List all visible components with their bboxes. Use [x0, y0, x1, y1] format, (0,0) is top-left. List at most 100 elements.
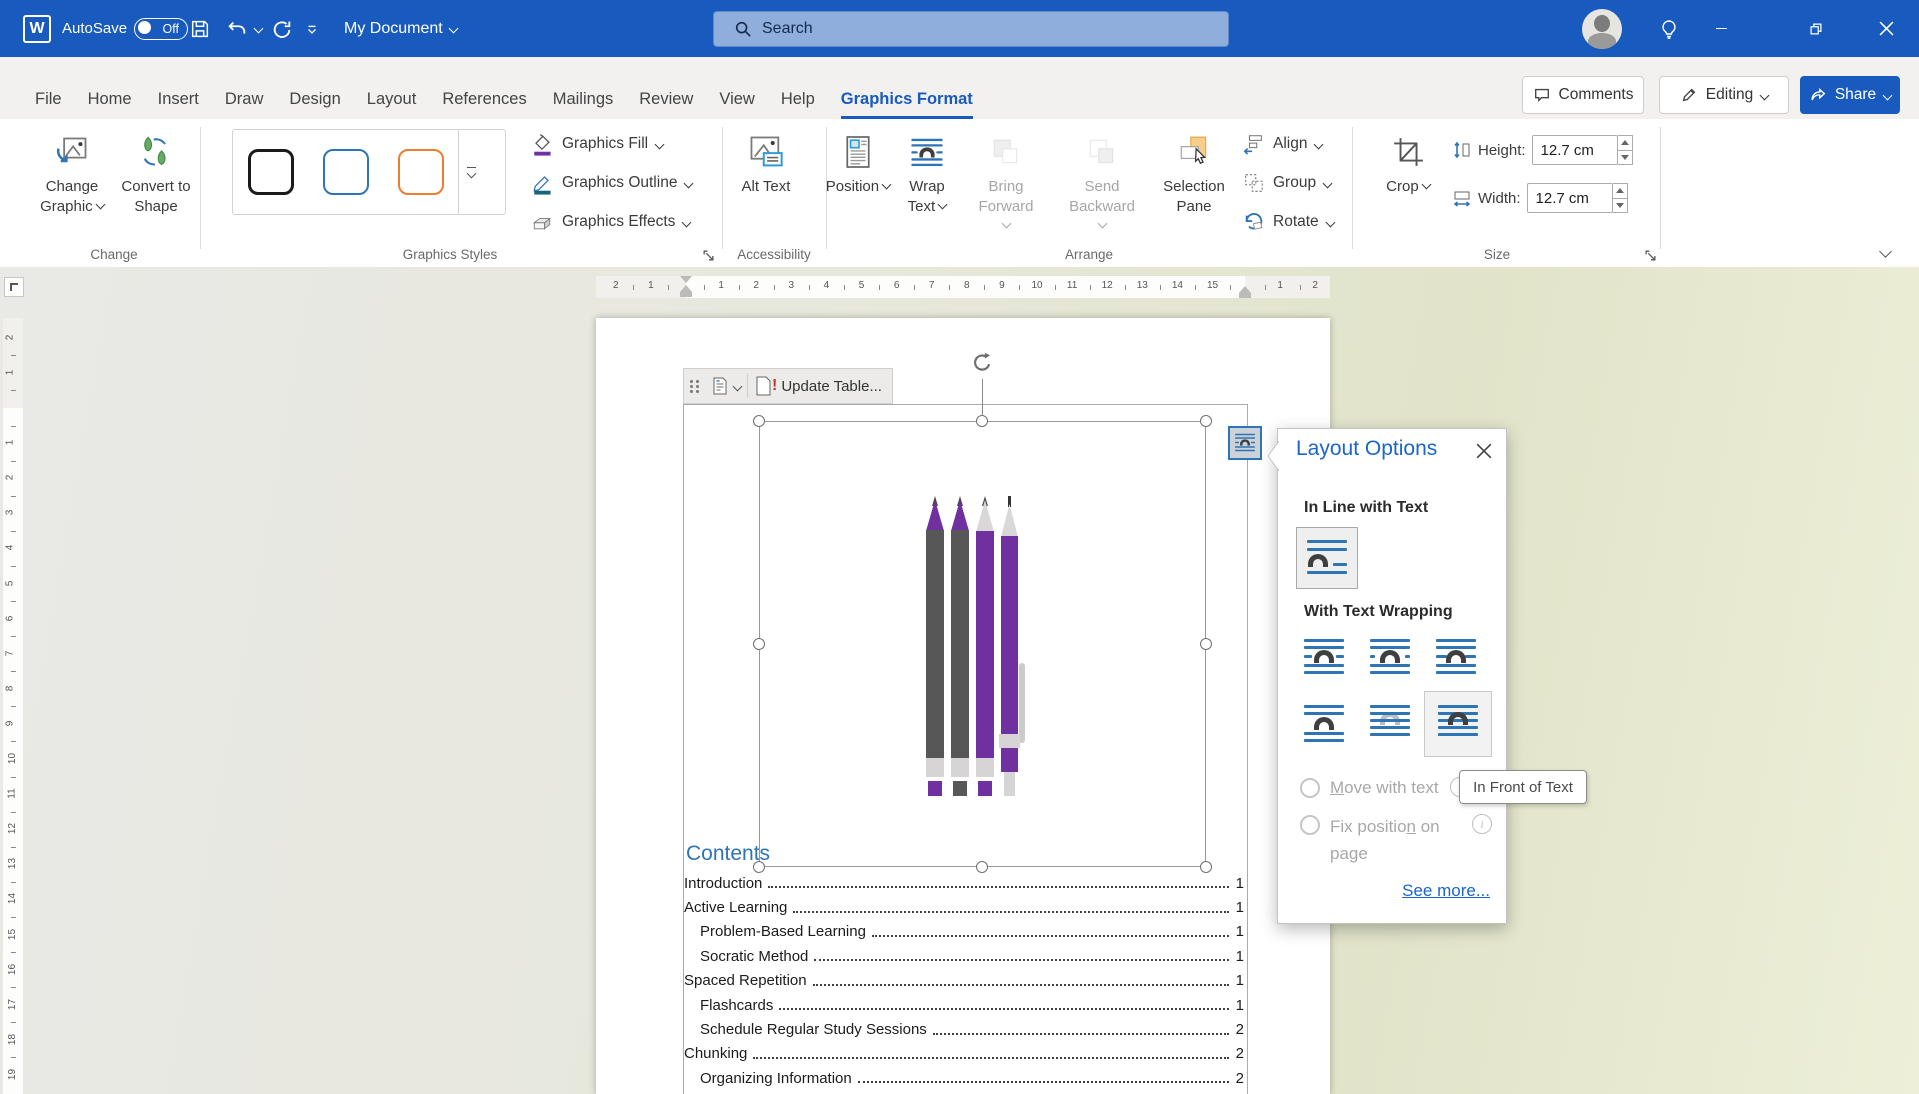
- document-title[interactable]: My Document: [344, 0, 457, 57]
- graphics-outline-button[interactable]: Graphics Outline: [530, 166, 692, 200]
- selection-pane-button[interactable]: Selection Pane: [1161, 125, 1227, 241]
- align-button[interactable]: Align: [1243, 127, 1322, 161]
- rotate-handle[interactable]: [969, 350, 995, 376]
- fix-position-info-icon[interactable]: i: [1472, 814, 1492, 834]
- word-logo-icon: W: [20, 0, 54, 57]
- group-label-size: Size: [1352, 247, 1642, 262]
- restore-button[interactable]: [1793, 0, 1839, 57]
- wrap-option-in-front-of-text[interactable]: [1424, 691, 1492, 757]
- undo-button[interactable]: [222, 0, 252, 57]
- wrap-option-top-bottom[interactable]: [1294, 697, 1354, 751]
- height-up-button[interactable]: [1618, 136, 1632, 150]
- resize-handle-top-center[interactable]: [976, 415, 988, 427]
- alt-text-icon: [747, 131, 785, 173]
- resize-handle-mid-right[interactable]: [1200, 638, 1212, 650]
- wrap-option-through[interactable]: [1426, 631, 1486, 685]
- group-button[interactable]: Group: [1243, 166, 1331, 200]
- close-button[interactable]: [1863, 0, 1909, 57]
- ribbon-tabs: FileHomeInsertDrawDesignLayoutReferences…: [22, 73, 986, 119]
- wrap-option-tight[interactable]: [1360, 631, 1420, 685]
- rotate-button[interactable]: Rotate: [1243, 205, 1334, 239]
- change-graphic-button[interactable]: Change Graphic: [34, 125, 110, 241]
- alt-text-button[interactable]: Alt Text: [734, 125, 798, 241]
- layout-options-launcher-button[interactable]: [1228, 426, 1262, 460]
- autosave-toggle[interactable]: Off: [134, 0, 188, 57]
- width-up-button[interactable]: [1613, 184, 1627, 198]
- redo-icon: [271, 18, 293, 40]
- resize-handle-bottom-right[interactable]: [1200, 861, 1212, 873]
- tab-design[interactable]: Design: [276, 90, 353, 119]
- crop-button[interactable]: Crop: [1375, 125, 1441, 241]
- effects-cube-icon: [530, 210, 554, 234]
- graphics-style-3[interactable]: [383, 130, 458, 214]
- graphics-fill-button[interactable]: Graphics Fill: [530, 127, 663, 161]
- height-down-button[interactable]: [1618, 150, 1632, 165]
- graphics-effects-button[interactable]: Graphics Effects: [530, 205, 690, 239]
- toc-menu-button[interactable]: [704, 369, 747, 403]
- width-down-button[interactable]: [1613, 198, 1627, 213]
- update-table-button[interactable]: ! Update Table...: [748, 369, 888, 403]
- tab-layout[interactable]: Layout: [354, 90, 430, 119]
- tab-mailings[interactable]: Mailings: [540, 90, 627, 119]
- autosave-state: Off: [163, 22, 179, 36]
- graphics-styles-dialog-launcher[interactable]: [702, 249, 718, 265]
- in-front-of-text-tooltip: In Front of Text: [1459, 770, 1587, 804]
- minimize-button[interactable]: [1698, 0, 1744, 57]
- customize-quick-access-button[interactable]: [300, 0, 324, 57]
- tab-insert[interactable]: Insert: [145, 90, 212, 119]
- width-input[interactable]: 12.7 cm: [1527, 183, 1613, 213]
- convert-to-shape-button[interactable]: Convert to Shape: [118, 125, 194, 241]
- tab-review[interactable]: Review: [626, 90, 706, 119]
- wrap-option-inline[interactable]: [1296, 527, 1358, 589]
- resize-handle-bottom-left[interactable]: [753, 861, 765, 873]
- gallery-more-button[interactable]: [458, 130, 484, 214]
- resize-handle-top-left[interactable]: [753, 415, 765, 427]
- tab-help[interactable]: Help: [768, 90, 828, 119]
- redo-button[interactable]: [266, 0, 298, 57]
- tab-file[interactable]: File: [22, 90, 75, 119]
- tab-stop-selector[interactable]: [4, 277, 24, 297]
- tab-draw[interactable]: Draw: [212, 90, 277, 119]
- tab-home[interactable]: Home: [75, 90, 145, 119]
- wrap-text-button[interactable]: Wrap Text: [894, 125, 960, 241]
- tab-view[interactable]: View: [706, 90, 767, 119]
- share-button[interactable]: Share: [1800, 76, 1900, 114]
- group-label-arrange: Arrange: [826, 247, 1352, 262]
- comments-button[interactable]: Comments: [1522, 76, 1644, 114]
- search-placeholder: Search: [762, 20, 813, 38]
- resize-handle-top-right[interactable]: [1200, 415, 1212, 427]
- lightbulb-button[interactable]: [1650, 0, 1688, 57]
- size-dialog-launcher[interactable]: [1644, 249, 1660, 265]
- avatar[interactable]: [1580, 0, 1624, 57]
- graphics-style-1[interactable]: [233, 130, 308, 214]
- drag-grip-icon[interactable]: [690, 380, 700, 393]
- editing-mode-button[interactable]: Editing: [1659, 76, 1789, 114]
- graphics-style-2[interactable]: [308, 130, 383, 214]
- bring-forward-icon: [990, 131, 1022, 173]
- toc-entry: Schedule Regular Study Sessions2: [684, 1017, 1244, 1041]
- resize-handle-mid-left[interactable]: [753, 638, 765, 650]
- width-icon: [1452, 188, 1472, 208]
- popup-close-button[interactable]: [1476, 443, 1494, 461]
- search-input[interactable]: Search: [713, 11, 1229, 47]
- collapse-ribbon-button[interactable]: [1872, 241, 1898, 261]
- wrap-option-square[interactable]: [1294, 631, 1354, 685]
- wrap-top-bottom-icon: [1302, 702, 1346, 747]
- undo-dropdown[interactable]: [250, 0, 266, 57]
- ribbon: Change Graphic Convert to Shape Graphics…: [0, 119, 1919, 275]
- height-input[interactable]: 12.7 cm: [1532, 135, 1618, 165]
- left-indent-marker[interactable]: [680, 276, 692, 297]
- see-more-link[interactable]: See more...: [1402, 881, 1490, 901]
- wrap-square-icon: [1302, 636, 1346, 681]
- position-button[interactable]: Position: [825, 125, 891, 241]
- toc-control-bar: ! Update Table...: [683, 368, 893, 404]
- tab-graphics-format[interactable]: Graphics Format: [828, 90, 986, 119]
- wrap-option-behind-text[interactable]: [1360, 697, 1420, 751]
- toc-document-icon: [710, 376, 730, 396]
- right-indent-marker[interactable]: [1239, 286, 1251, 298]
- wrap-through-icon: [1434, 636, 1478, 681]
- resize-handle-bottom-center[interactable]: [976, 861, 988, 873]
- share-icon: [1809, 86, 1827, 104]
- tab-references[interactable]: References: [429, 90, 539, 119]
- save-button[interactable]: [182, 0, 218, 57]
